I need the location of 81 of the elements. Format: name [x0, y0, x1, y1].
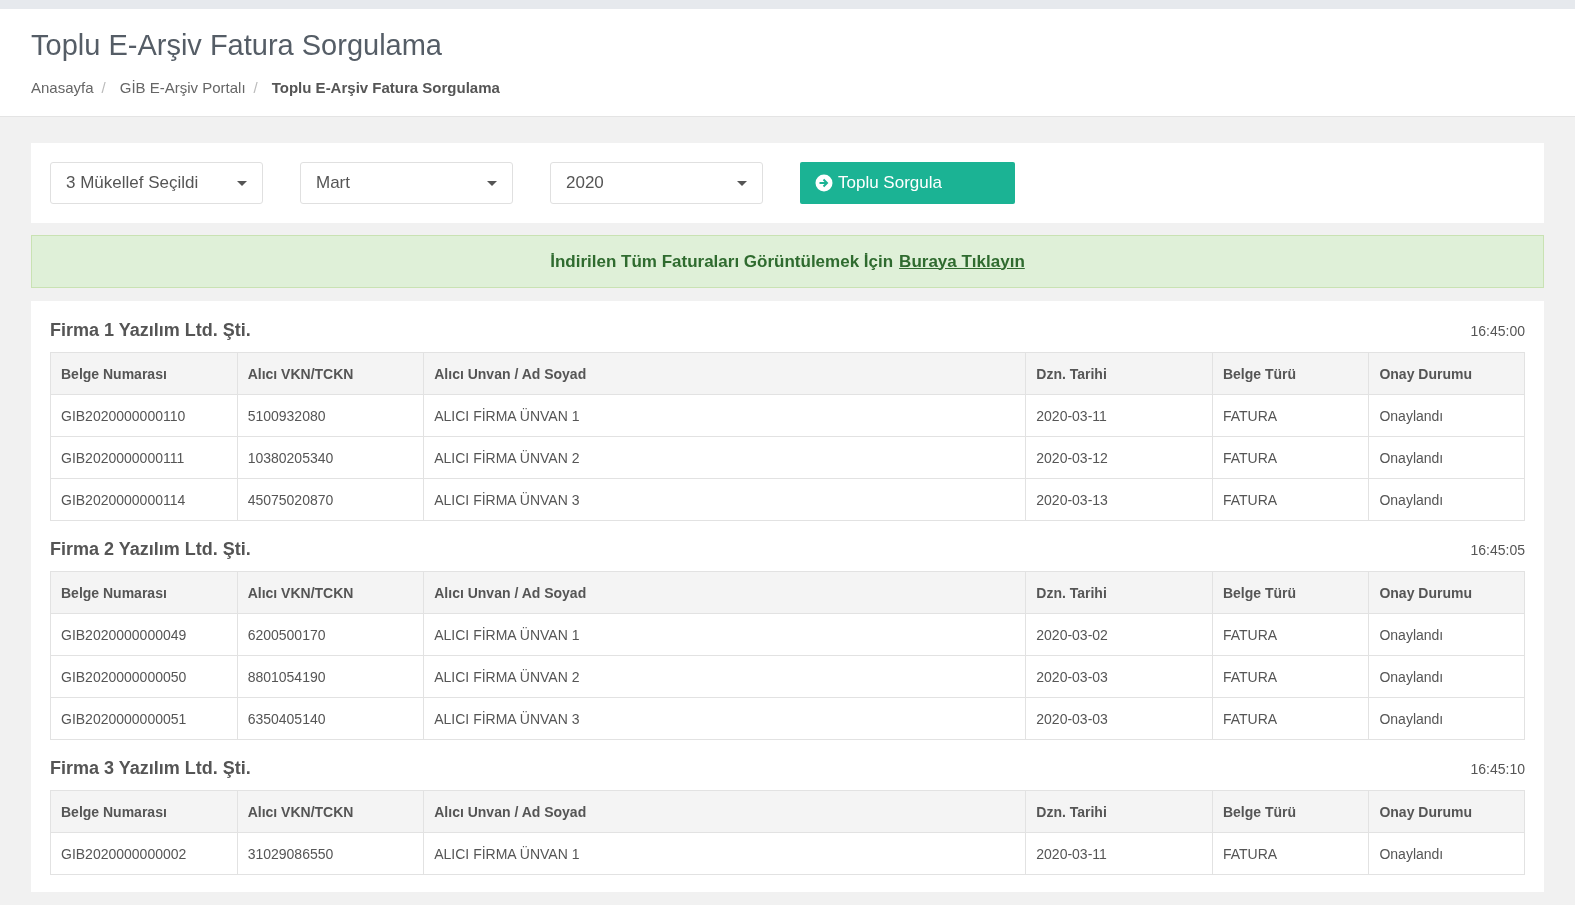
- table-cell: FATURA: [1212, 613, 1369, 656]
- column-header: Onay Durumu: [1368, 790, 1525, 833]
- column-header: Dzn. Tarihi: [1025, 571, 1213, 614]
- column-header: Belge Numarası: [50, 571, 238, 614]
- breadcrumb-separator: /: [101, 79, 106, 96]
- table-cell: 2020-03-02: [1025, 613, 1213, 656]
- column-header: Belge Numarası: [50, 352, 238, 395]
- column-header: Dzn. Tarihi: [1025, 352, 1213, 395]
- column-header: Belge Türü: [1212, 571, 1369, 614]
- table-cell: GIB2020000000051: [50, 697, 238, 740]
- company-name: Firma 3 Yazılım Ltd. Şti.: [50, 758, 251, 779]
- column-header: Alıcı Unvan / Ad Soyad: [423, 790, 1026, 833]
- alert-text: İndirilen Tüm Faturaları Görüntülemek İçin: [550, 251, 894, 272]
- table-cell: FATURA: [1212, 436, 1369, 479]
- table-cell: GIB2020000000110: [50, 394, 238, 437]
- table-cell: 2020-03-11: [1025, 394, 1213, 437]
- table-cell: ALICI FİRMA ÜNVAN 1: [423, 832, 1026, 875]
- table-cell: FATURA: [1212, 832, 1369, 875]
- table-cell: 6350405140: [237, 697, 424, 740]
- dropdown[interactable]: Mart: [300, 162, 513, 204]
- dropdown[interactable]: 2020: [550, 162, 763, 204]
- breadcrumb-link[interactable]: Anasayfa: [31, 79, 94, 96]
- table-cell: 2020-03-03: [1025, 697, 1213, 740]
- table-cell: FATURA: [1212, 697, 1369, 740]
- alert-link[interactable]: Buraya Tıklayın: [899, 251, 1025, 272]
- column-header: Alıcı VKN/TCKN: [237, 790, 424, 833]
- dropdown[interactable]: 3 Mükellef Seçildi: [50, 162, 263, 204]
- breadcrumb-link[interactable]: GİB E-Arşiv Portalı: [119, 79, 246, 96]
- table-cell: FATURA: [1212, 478, 1369, 521]
- caret-icon: [737, 180, 747, 186]
- table-cell: FATURA: [1212, 655, 1369, 698]
- table-cell: FATURA: [1212, 394, 1369, 437]
- table-cell: 2020-03-13: [1025, 478, 1213, 521]
- query-time: 16:45:05: [1470, 541, 1525, 558]
- column-header: Alıcı VKN/TCKN: [237, 352, 424, 395]
- company-name: Firma 2 Yazılım Ltd. Şti.: [50, 539, 251, 560]
- column-header: Alıcı VKN/TCKN: [237, 571, 424, 614]
- query-time: 16:45:00: [1470, 322, 1525, 339]
- column-header: Belge Numarası: [50, 790, 238, 833]
- column-header: Dzn. Tarihi: [1025, 790, 1213, 833]
- caret-icon: [237, 180, 247, 186]
- table-cell: 45075020870: [237, 478, 424, 521]
- table-cell: 10380205340: [237, 436, 424, 479]
- column-header: Belge Türü: [1212, 790, 1369, 833]
- breadcrumb-separator: /: [253, 79, 258, 96]
- column-header: Alıcı Unvan / Ad Soyad: [423, 571, 1026, 614]
- table-cell: Onaylandı: [1368, 697, 1525, 740]
- table-cell: ALICI FİRMA ÜNVAN 3: [423, 478, 1026, 521]
- company-name: Firma 1 Yazılım Ltd. Şti.: [50, 320, 251, 341]
- table-cell: ALICI FİRMA ÜNVAN 1: [423, 613, 1026, 656]
- column-header: Belge Türü: [1212, 352, 1369, 395]
- table-cell: 6200500170: [237, 613, 424, 656]
- table-cell: 2020-03-11: [1025, 832, 1213, 875]
- table-cell: 31029086550: [237, 832, 424, 875]
- arrow-circle-icon: [815, 174, 833, 192]
- column-header: Alıcı Unvan / Ad Soyad: [423, 352, 1026, 395]
- table-cell: Onaylandı: [1368, 655, 1525, 698]
- table-cell: GIB2020000000050: [50, 655, 238, 698]
- table-cell: ALICI FİRMA ÜNVAN 3: [423, 697, 1026, 740]
- table-cell: Onaylandı: [1368, 394, 1525, 437]
- breadcrumb-current: Toplu E-Arşiv Fatura Sorgulama: [271, 79, 500, 96]
- table-cell: GIB2020000000111: [50, 436, 238, 479]
- table-cell: Onaylandı: [1368, 436, 1525, 479]
- table-cell: Onaylandı: [1368, 832, 1525, 875]
- table-cell: Onaylandı: [1368, 478, 1525, 521]
- page-title: Toplu E-Arşiv Fatura Sorgulama: [31, 29, 443, 62]
- caret-icon: [487, 180, 497, 186]
- column-header: Onay Durumu: [1368, 571, 1525, 614]
- column-header: Onay Durumu: [1368, 352, 1525, 395]
- table-cell: 5100932080: [237, 394, 424, 437]
- query-time: 16:45:10: [1470, 760, 1525, 777]
- table-cell: GIB2020000000114: [50, 478, 238, 521]
- table-cell: ALICI FİRMA ÜNVAN 1: [423, 394, 1026, 437]
- table-cell: 2020-03-03: [1025, 655, 1213, 698]
- table-cell: Onaylandı: [1368, 613, 1525, 656]
- table-cell: ALICI FİRMA ÜNVAN 2: [423, 655, 1026, 698]
- table-cell: ALICI FİRMA ÜNVAN 2: [423, 436, 1026, 479]
- table-cell: 8801054190: [237, 655, 424, 698]
- table-cell: GIB2020000000002: [50, 832, 238, 875]
- table-cell: 2020-03-12: [1025, 436, 1213, 479]
- table-cell: GIB2020000000049: [50, 613, 238, 656]
